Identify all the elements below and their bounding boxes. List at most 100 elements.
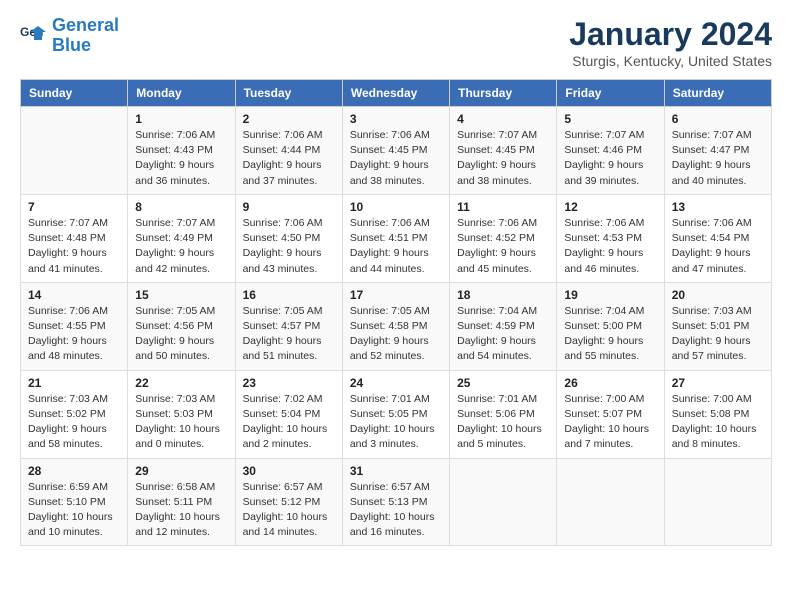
day-info: Sunrise: 7:07 AMSunset: 4:49 PMDaylight:… <box>135 216 227 277</box>
day-info: Sunrise: 6:57 AMSunset: 5:12 PMDaylight:… <box>243 480 335 541</box>
weekday-header: Friday <box>557 80 664 107</box>
page-header: Gen General Blue January 2024 Sturgis, K… <box>20 16 772 69</box>
location: Sturgis, Kentucky, United States <box>569 53 772 69</box>
day-number: 4 <box>457 112 549 126</box>
day-info: Sunrise: 7:02 AMSunset: 5:04 PMDaylight:… <box>243 392 335 453</box>
calendar-day-cell: 20 Sunrise: 7:03 AMSunset: 5:01 PMDayligh… <box>664 282 771 370</box>
calendar-week-row: 7 Sunrise: 7:07 AMSunset: 4:48 PMDaylight… <box>21 194 772 282</box>
day-number: 7 <box>28 200 120 214</box>
day-info: Sunrise: 6:59 AMSunset: 5:10 PMDaylight:… <box>28 480 120 541</box>
calendar-day-cell: 24Sunrise: 7:01 AMSunset: 5:05 PMDayligh… <box>342 370 449 458</box>
day-info: Sunrise: 7:04 AMSunset: 5:00 PMDaylight:… <box>564 304 656 365</box>
weekday-header-row: SundayMondayTuesdayWednesdayThursdayFrid… <box>21 80 772 107</box>
calendar-day-cell: 2 Sunrise: 7:06 AMSunset: 4:44 PMDaylight… <box>235 107 342 195</box>
day-number: 17 <box>350 288 442 302</box>
day-number: 2 <box>243 112 335 126</box>
day-number: 10 <box>350 200 442 214</box>
calendar-week-row: 1 Sunrise: 7:06 AMSunset: 4:43 PMDaylight… <box>21 107 772 195</box>
calendar-day-cell: 11 Sunrise: 7:06 AMSunset: 4:52 PMDayligh… <box>450 194 557 282</box>
weekday-header: Wednesday <box>342 80 449 107</box>
day-info: Sunrise: 7:06 AMSunset: 4:53 PMDaylight:… <box>564 216 656 277</box>
calendar-week-row: 14 Sunrise: 7:06 AMSunset: 4:55 PMDayligh… <box>21 282 772 370</box>
day-number: 5 <box>564 112 656 126</box>
weekday-header: Thursday <box>450 80 557 107</box>
day-number: 13 <box>672 200 764 214</box>
calendar-day-cell: 12 Sunrise: 7:06 AMSunset: 4:53 PMDayligh… <box>557 194 664 282</box>
day-number: 29 <box>135 464 227 478</box>
day-number: 28 <box>28 464 120 478</box>
calendar-day-cell: 15 Sunrise: 7:05 AMSunset: 4:56 PMDayligh… <box>128 282 235 370</box>
day-number: 3 <box>350 112 442 126</box>
day-info: Sunrise: 7:06 AMSunset: 4:50 PMDaylight:… <box>243 216 335 277</box>
day-info: Sunrise: 7:06 AMSunset: 4:52 PMDaylight:… <box>457 216 549 277</box>
day-info: Sunrise: 7:06 AMSunset: 4:44 PMDaylight:… <box>243 128 335 189</box>
day-number: 11 <box>457 200 549 214</box>
day-info: Sunrise: 6:57 AMSunset: 5:13 PMDaylight:… <box>350 480 442 541</box>
day-info: Sunrise: 7:04 AMSunset: 4:59 PMDaylight:… <box>457 304 549 365</box>
day-info: Sunrise: 7:06 AMSunset: 4:51 PMDaylight:… <box>350 216 442 277</box>
day-number: 6 <box>672 112 764 126</box>
calendar-day-cell: 18Sunrise: 7:04 AMSunset: 4:59 PMDayligh… <box>450 282 557 370</box>
calendar-day-cell: 27Sunrise: 7:00 AMSunset: 5:08 PMDayligh… <box>664 370 771 458</box>
day-number: 14 <box>28 288 120 302</box>
calendar-day-cell: 6 Sunrise: 7:07 AMSunset: 4:47 PMDaylight… <box>664 107 771 195</box>
weekday-header: Saturday <box>664 80 771 107</box>
calendar-day-cell: 16Sunrise: 7:05 AMSunset: 4:57 PMDayligh… <box>235 282 342 370</box>
day-info: Sunrise: 7:00 AMSunset: 5:08 PMDaylight:… <box>672 392 764 453</box>
day-number: 19 <box>564 288 656 302</box>
day-info: Sunrise: 7:03 AMSunset: 5:01 PMDaylight:… <box>672 304 764 365</box>
day-number: 25 <box>457 376 549 390</box>
calendar-day-cell: 31Sunrise: 6:57 AMSunset: 5:13 PMDayligh… <box>342 458 449 546</box>
logo: Gen General Blue <box>20 16 119 56</box>
day-info: Sunrise: 7:05 AMSunset: 4:58 PMDaylight:… <box>350 304 442 365</box>
day-info: Sunrise: 7:01 AMSunset: 5:06 PMDaylight:… <box>457 392 549 453</box>
day-info: Sunrise: 6:58 AMSunset: 5:11 PMDaylight:… <box>135 480 227 541</box>
day-info: Sunrise: 7:06 AMSunset: 4:43 PMDaylight:… <box>135 128 227 189</box>
calendar-day-cell: 8Sunrise: 7:07 AMSunset: 4:49 PMDaylight… <box>128 194 235 282</box>
logo-icon: Gen <box>20 22 48 50</box>
day-number: 15 <box>135 288 227 302</box>
calendar-day-cell: 17 Sunrise: 7:05 AMSunset: 4:58 PMDayligh… <box>342 282 449 370</box>
day-info: Sunrise: 7:07 AMSunset: 4:47 PMDaylight:… <box>672 128 764 189</box>
calendar-day-cell <box>557 458 664 546</box>
day-info: Sunrise: 7:03 AMSunset: 5:02 PMDaylight:… <box>28 392 120 453</box>
day-number: 22 <box>135 376 227 390</box>
calendar-day-cell: 10 Sunrise: 7:06 AMSunset: 4:51 PMDayligh… <box>342 194 449 282</box>
day-number: 20 <box>672 288 764 302</box>
calendar-day-cell <box>450 458 557 546</box>
logo-text: General Blue <box>52 16 119 56</box>
calendar-day-cell: 26Sunrise: 7:00 AMSunset: 5:07 PMDayligh… <box>557 370 664 458</box>
day-number: 26 <box>564 376 656 390</box>
day-number: 12 <box>564 200 656 214</box>
calendar-day-cell: 21 Sunrise: 7:03 AMSunset: 5:02 PMDayligh… <box>21 370 128 458</box>
calendar-day-cell: 14 Sunrise: 7:06 AMSunset: 4:55 PMDayligh… <box>21 282 128 370</box>
calendar-table: SundayMondayTuesdayWednesdayThursdayFrid… <box>20 79 772 546</box>
weekday-header: Sunday <box>21 80 128 107</box>
day-info: Sunrise: 7:07 AMSunset: 4:46 PMDaylight:… <box>564 128 656 189</box>
day-info: Sunrise: 7:06 AMSunset: 4:45 PMDaylight:… <box>350 128 442 189</box>
calendar-day-cell: 22 Sunrise: 7:03 AMSunset: 5:03 PMDayligh… <box>128 370 235 458</box>
calendar-day-cell: 28 Sunrise: 6:59 AMSunset: 5:10 PMDayligh… <box>21 458 128 546</box>
calendar-day-cell: 29 Sunrise: 6:58 AMSunset: 5:11 PMDayligh… <box>128 458 235 546</box>
day-info: Sunrise: 7:06 AMSunset: 4:55 PMDaylight:… <box>28 304 120 365</box>
day-info: Sunrise: 7:07 AMSunset: 4:48 PMDaylight:… <box>28 216 120 277</box>
calendar-day-cell: 19 Sunrise: 7:04 AMSunset: 5:00 PMDayligh… <box>557 282 664 370</box>
calendar-day-cell: 9 Sunrise: 7:06 AMSunset: 4:50 PMDaylight… <box>235 194 342 282</box>
day-info: Sunrise: 7:05 AMSunset: 4:56 PMDaylight:… <box>135 304 227 365</box>
calendar-day-cell: 13 Sunrise: 7:06 AMSunset: 4:54 PMDayligh… <box>664 194 771 282</box>
calendar-day-cell <box>21 107 128 195</box>
calendar-week-row: 28 Sunrise: 6:59 AMSunset: 5:10 PMDayligh… <box>21 458 772 546</box>
calendar-day-cell: 7 Sunrise: 7:07 AMSunset: 4:48 PMDaylight… <box>21 194 128 282</box>
day-number: 21 <box>28 376 120 390</box>
calendar-week-row: 21 Sunrise: 7:03 AMSunset: 5:02 PMDayligh… <box>21 370 772 458</box>
calendar-day-cell: 23 Sunrise: 7:02 AMSunset: 5:04 PMDayligh… <box>235 370 342 458</box>
day-number: 9 <box>243 200 335 214</box>
day-number: 1 <box>135 112 227 126</box>
day-number: 24 <box>350 376 442 390</box>
day-info: Sunrise: 7:06 AMSunset: 4:54 PMDaylight:… <box>672 216 764 277</box>
day-info: Sunrise: 7:03 AMSunset: 5:03 PMDaylight:… <box>135 392 227 453</box>
day-number: 30 <box>243 464 335 478</box>
calendar-day-cell: 1 Sunrise: 7:06 AMSunset: 4:43 PMDaylight… <box>128 107 235 195</box>
day-number: 23 <box>243 376 335 390</box>
title-block: January 2024 Sturgis, Kentucky, United S… <box>569 16 772 69</box>
